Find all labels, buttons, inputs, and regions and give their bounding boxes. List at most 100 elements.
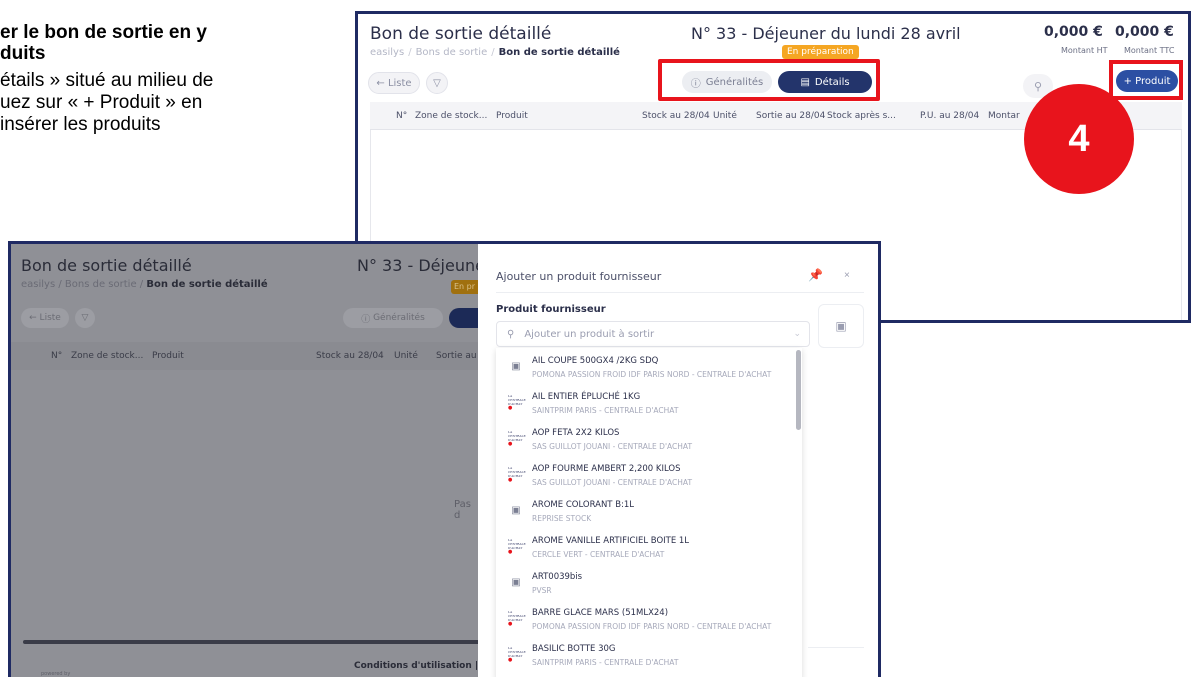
divider [808,647,864,648]
column-header[interactable]: N° [396,111,407,121]
list-item[interactable]: LA CENTRALE D'ACHAT ● BASILIC BOTTE 30G SAI… [496,636,796,676]
column-header[interactable]: Unité [713,111,737,121]
item-name: BASILIC BOTTE 30G [532,644,616,654]
item-name: AROME COLORANT B:1L [532,500,635,510]
column-header[interactable]: Zone de stock... [71,351,143,361]
breadcrumb: easilys / Bons de sortie / Bon de sortie… [21,279,268,290]
horizontal-scrollbar[interactable] [23,640,483,644]
list-item[interactable]: ▣ AROME COLORANT B:1L REPRISE STOCK [496,492,796,532]
column-header[interactable]: N° [51,351,62,361]
list-button[interactable]: ← Liste [21,308,69,328]
column-header[interactable]: Stock après s... [827,111,896,121]
search-placeholder: Ajouter un produit à sortir [524,328,655,340]
product-search-input[interactable]: ⚲ Ajouter un produit à sortir ⌄ [496,321,810,347]
bottom-screenshot: Bon de sortie détaillé easilys / Bons de… [8,241,881,677]
list-item[interactable]: ▣ ART0039bis PVSR [496,564,796,604]
item-name: AOP FOURME AMBERT 2,200 KILOS [532,464,681,474]
info-icon: ⓘ [361,314,374,325]
breadcrumb-current: Bon de sortie détaillé [498,47,620,58]
list-item[interactable]: LA CENTRALE D'ACHAT ● AOP FOURME AMBERT 2,2… [496,456,796,496]
list-item[interactable]: LA CENTRALE D'ACHAT ● BARRE GLACE MARS (51M… [496,600,796,640]
item-name: BARRE GLACE MARS (51MLX24) [532,608,669,618]
search-icon: ⚲ [507,328,515,340]
pin-icon[interactable]: 📌 [808,268,823,282]
supplier-logo-icon: LA CENTRALE D'ACHAT ● [508,394,526,411]
tabs-highlight: ⓘ Généralités ▤ Détails [658,59,880,101]
column-header[interactable]: Sortie au [436,351,477,361]
powered-by-label: powered by [41,671,71,677]
panel-title: Ajouter un produit fournisseur [496,270,662,283]
document-title: N° 33 - Déjeuner du lundi 28 avril [691,24,961,43]
tab-generalites-label: Généralités [373,313,425,323]
chevron-down-icon[interactable]: ⌄ [793,329,801,339]
filter-icon[interactable]: ▽ [426,72,448,94]
breadcrumb-item[interactable]: Bons de sortie [416,47,488,58]
image-icon[interactable]: ▣ [818,304,864,348]
instruction-line-3: insérer les produits [0,114,161,135]
breadcrumb-item[interactable]: easilys [370,47,404,58]
instruction-line-1: étails » situé au milieu de [0,70,214,91]
list-item[interactable]: LA CENTRALE D'ACHAT ● AIL ENTIER ÉPLUCHÉ 1K… [496,384,796,424]
page-title: Bon de sortie détaillé [370,24,552,44]
column-header[interactable]: Montar [988,111,1020,121]
amount-ttc-label: Montant TTC [1124,46,1175,55]
add-product-highlight: + Produit [1109,60,1183,100]
tab-generalites[interactable]: ⓘ Généralités [682,71,772,93]
instruction-text: er le bon de sortie en y duits étails » … [0,22,350,136]
list-button[interactable]: ← Liste [368,72,420,94]
column-header[interactable]: Stock au 28/04 [316,351,384,361]
image-icon: ▣ [511,505,521,516]
instruction-line-2: uez sur « + Produit » en [0,92,203,113]
step-marker: 4 [1024,84,1134,194]
table-header: N° Zone de stock... Produit Stock au 28/… [11,342,478,370]
column-header[interactable]: P.U. au 28/04 [920,111,979,121]
close-icon[interactable]: × [844,270,850,281]
document-title: N° 33 - Déjeune [357,256,485,275]
column-header[interactable]: Unité [394,351,418,361]
item-supplier: REPRISE STOCK [532,514,592,523]
list-item[interactable]: ▣ AIL COUPE 500GX4 /2KG SDQ POMONA PASSI… [496,348,796,388]
status-badge: En préparation [782,45,859,59]
list-icon: ▤ [800,76,810,88]
item-name: ART0039bis [532,572,583,582]
info-icon: ⓘ [690,78,701,90]
image-icon: ▣ [511,361,521,372]
item-name: AIL COUPE 500GX4 /2KG SDQ [532,356,659,366]
item-supplier: CERCLE VERT - CENTRALE D'ACHAT [532,550,665,559]
tab-generalites-label: Généralités [705,76,764,88]
item-name: AOP FETA 2X2 KILOS [532,428,620,438]
instruction-heading-1: er le bon de sortie en y [0,22,207,43]
add-product-button[interactable]: + Produit [1116,70,1178,92]
filter-icon[interactable]: ▽ [75,308,95,328]
supplier-logo-icon: LA CENTRALE D'ACHAT ● [508,466,526,483]
add-product-panel: Ajouter un produit fournisseur 📌 × Produ… [478,244,878,677]
dimmed-background: Bon de sortie détaillé easilys / Bons de… [11,244,489,677]
column-header[interactable]: Produit [152,351,184,361]
divider [496,292,864,293]
item-name: AIL ENTIER ÉPLUCHÉ 1KG [532,392,641,402]
item-supplier: SAINTPRIM PARIS - CENTRALE D'ACHAT [532,406,679,415]
list-item[interactable]: LA CENTRALE D'ACHAT ● AOP FETA 2X2 KILOS SA… [496,420,796,460]
page-title: Bon de sortie détaillé [21,256,192,275]
column-header[interactable]: Stock au 28/04 [642,111,710,121]
column-header[interactable]: Zone de stock... [415,111,487,121]
tab-generalites[interactable]: ⓘ Généralités [343,308,443,328]
item-supplier: POMONA PASSION FROID IDF PARIS NORD - CE… [532,622,772,631]
column-header[interactable]: Produit [496,111,528,121]
list-item[interactable]: LA CENTRALE D'ACHAT ● AROME VANILLE ARTIFIC… [496,528,796,568]
breadcrumb-item[interactable]: easilys [21,279,55,290]
column-header[interactable]: Sortie au 28/04 [756,111,825,121]
item-supplier: PVSR [532,586,552,595]
supplier-logo-icon: LA CENTRALE D'ACHAT ● [508,430,526,447]
breadcrumb-current: Bon de sortie détaillé [146,279,268,290]
vertical-scrollbar[interactable] [796,350,801,430]
supplier-logo-icon: LA CENTRALE D'ACHAT ● [508,538,526,555]
breadcrumb-item[interactable]: Bons de sortie [65,279,137,290]
breadcrumb: easilys / Bons de sortie / Bon de sortie dét… [370,47,620,58]
empty-state-text: Pas d [454,499,471,521]
footer-links[interactable]: Conditions d'utilisation | P [354,661,488,671]
image-icon: ▣ [511,577,521,588]
supplier-logo-icon: LA CENTRALE D'ACHAT ● [508,646,526,663]
amount-ht: 0,000 € [1044,24,1103,40]
tab-details[interactable]: ▤ Détails [778,71,872,93]
